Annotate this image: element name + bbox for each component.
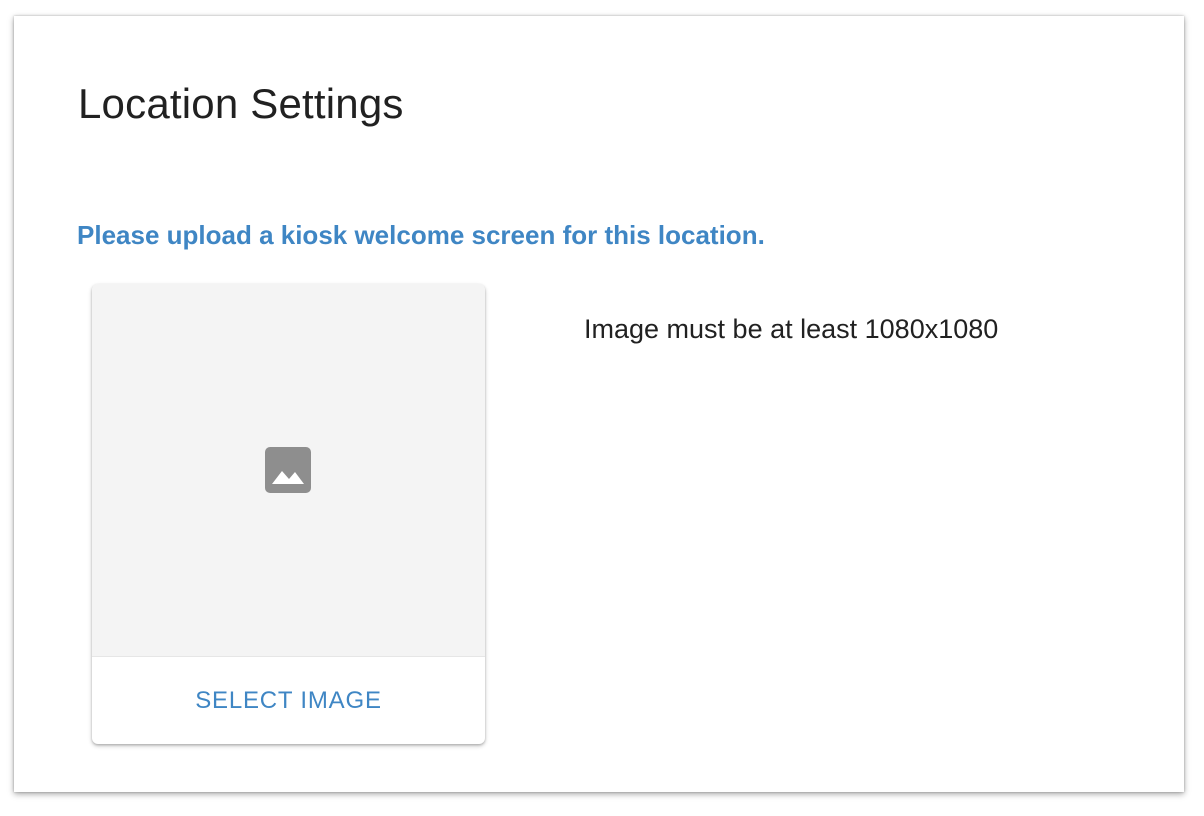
image-requirement-text: Image must be at least 1080x1080 [584,314,999,344]
select-image-button[interactable]: SELECT IMAGE [92,657,485,744]
image-upload-card: SELECT IMAGE [92,284,485,744]
image-placeholder-icon [265,447,311,493]
page-title: Location Settings [78,80,404,127]
image-preview-area[interactable] [92,284,485,657]
location-settings-panel: Location Settings Please upload a kiosk … [14,16,1184,792]
upload-instruction: Please upload a kiosk welcome screen for… [77,220,765,250]
